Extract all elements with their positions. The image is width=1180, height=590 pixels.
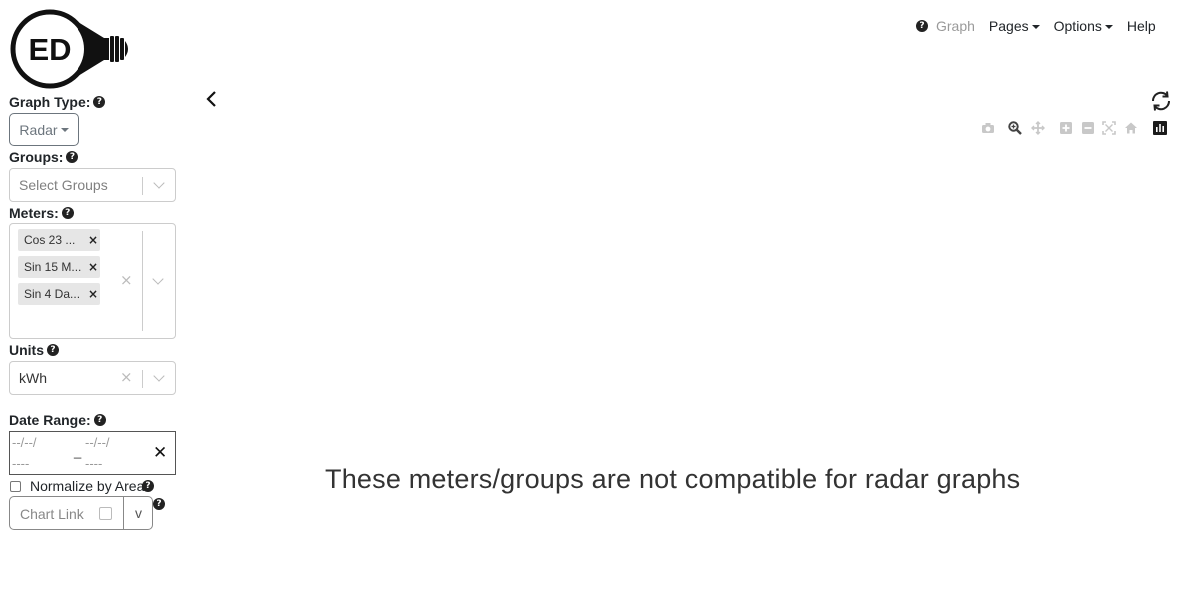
help-icon[interactable]: ?	[93, 414, 106, 426]
clear-meters-icon[interactable]: ×	[120, 271, 133, 289]
date-range-label-row: Date Range: ?	[9, 412, 106, 428]
graph-type-label-row: Graph Type: ?	[9, 94, 106, 110]
plotly-logo-icon[interactable]	[1153, 121, 1167, 135]
remove-chip-icon[interactable]: ×	[88, 260, 98, 274]
chevron-left-icon[interactable]	[204, 90, 218, 108]
logo-text: ED	[28, 32, 71, 67]
units-select[interactable]: kWh ×	[9, 361, 176, 395]
help-icon[interactable]: ?	[916, 20, 928, 32]
close-icon[interactable]: ✕	[153, 443, 167, 463]
nav-options-label: Options	[1053, 18, 1102, 34]
refresh-icon[interactable]	[1149, 89, 1173, 113]
nav-graph-label: Graph	[936, 18, 975, 34]
caret-down-icon	[1104, 24, 1113, 29]
help-icon[interactable]: ?	[153, 498, 165, 510]
meter-chip-label: Cos 23 ...	[24, 233, 76, 247]
nav-pages-label: Pages	[988, 18, 1029, 34]
graph-type-value: Radar	[19, 121, 58, 138]
chevron-down-icon[interactable]	[153, 177, 165, 189]
zoom-icon[interactable]	[1008, 121, 1022, 135]
groups-select[interactable]: Select Groups	[9, 168, 176, 202]
groups-placeholder: Select Groups	[19, 177, 108, 193]
top-nav: ? Graph Pages Options Help	[916, 16, 1170, 36]
chart-link-label: Chart Link	[20, 506, 84, 522]
chart-link-separator	[123, 497, 124, 529]
end-date-year[interactable]: ----	[85, 454, 102, 474]
meter-chip-label: Sin 15 M...	[24, 260, 82, 274]
end-date-input[interactable]: --/--/	[85, 433, 110, 453]
groups-label-row: Groups: ?	[9, 149, 79, 165]
units-label-row: Units ?	[9, 342, 59, 358]
zoom-in-icon[interactable]	[1059, 121, 1073, 135]
meters-label-row: Meters: ?	[9, 205, 74, 221]
start-date-year[interactable]: ----	[12, 454, 29, 474]
normalize-label: Normalize by Area	[30, 478, 145, 494]
meter-chip: Sin 4 Da... ×	[18, 283, 100, 305]
help-icon[interactable]: ?	[61, 207, 74, 219]
caret-down-icon	[60, 128, 69, 132]
units-label: Units	[9, 342, 44, 358]
help-icon[interactable]: ?	[93, 96, 106, 108]
remove-chip-icon[interactable]: ×	[88, 233, 98, 247]
meters-label: Meters:	[9, 205, 59, 221]
start-date-input[interactable]: --/--/	[12, 433, 37, 453]
zoom-out-icon[interactable]	[1081, 121, 1095, 135]
help-icon[interactable]: ?	[66, 151, 79, 163]
home-icon[interactable]	[1124, 121, 1138, 135]
nav-help-label: Help	[1126, 18, 1156, 34]
meter-chip: Cos 23 ... ×	[18, 229, 100, 251]
graph-type-label: Graph Type:	[9, 94, 91, 110]
nav-graph[interactable]: ? Graph	[916, 18, 975, 34]
nav-pages-dropdown[interactable]: Pages	[989, 18, 1040, 34]
groups-label: Groups:	[9, 149, 64, 165]
select-separator	[142, 370, 143, 388]
pan-icon[interactable]	[1031, 121, 1045, 135]
meter-chip: Sin 15 M... ×	[18, 256, 100, 278]
nav-help-link[interactable]: Help	[1127, 18, 1156, 34]
date-range-label: Date Range:	[9, 412, 91, 428]
help-icon[interactable]: ?	[47, 344, 59, 356]
meter-chip-label: Sin 4 Da...	[24, 287, 81, 301]
select-separator	[142, 177, 143, 195]
caret-down-icon	[1031, 24, 1040, 29]
chart-link-group: Chart Link v	[9, 496, 153, 530]
date-range-picker[interactable]: --/--/ ---- _ --/--/ ---- ✕	[9, 431, 176, 475]
nav-options-dropdown[interactable]: Options	[1054, 18, 1113, 34]
remove-chip-icon[interactable]: ×	[88, 287, 98, 301]
normalize-checkbox[interactable]	[10, 481, 21, 492]
help-icon[interactable]: ?	[142, 480, 154, 492]
ed-logo[interactable]: ED	[8, 8, 132, 90]
chart-link-toggle[interactable]: v	[135, 505, 142, 521]
incompatible-graph-message: These meters/groups are not compatible f…	[325, 464, 1021, 494]
graph-type-dropdown[interactable]: Radar	[9, 113, 79, 146]
camera-icon[interactable]	[981, 121, 995, 135]
chart-link-checkbox[interactable]	[99, 507, 112, 520]
clear-units-icon[interactable]: ×	[120, 368, 133, 386]
units-value: kWh	[19, 370, 47, 386]
autoscale-icon[interactable]	[1102, 121, 1116, 135]
chevron-down-icon[interactable]	[153, 370, 165, 382]
select-separator	[142, 231, 143, 331]
date-separator: _	[74, 444, 82, 459]
